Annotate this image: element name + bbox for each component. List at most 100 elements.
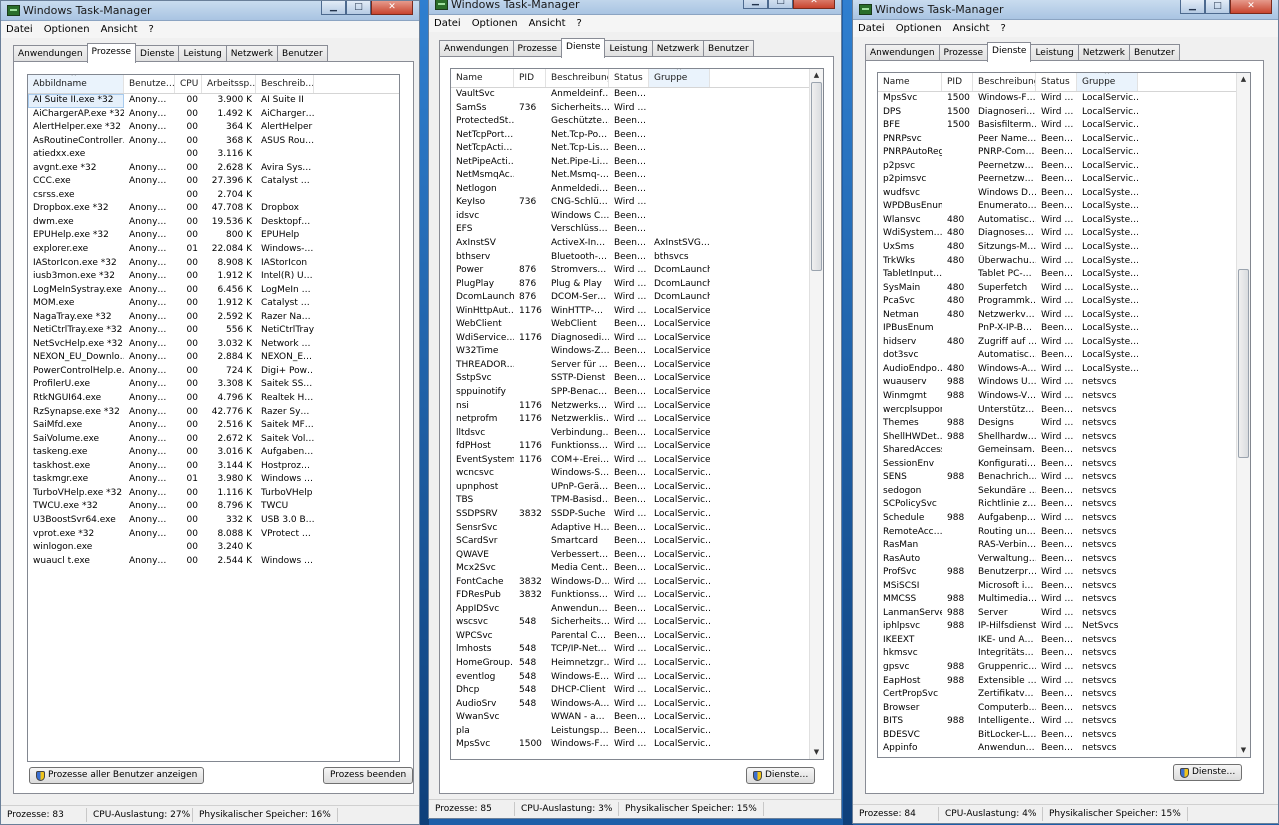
- column-name[interactable]: Name: [451, 69, 514, 87]
- column-description[interactable]: Beschreib…: [256, 75, 314, 93]
- process-row[interactable]: NetiCtrlTray.exe *32 Anony… 00 556 K NetiCtr…: [28, 324, 399, 338]
- process-row[interactable]: dwm.exe Anony… 00 19.536 K Desktopf…: [28, 216, 399, 230]
- menu-help[interactable]: ?: [1000, 22, 1007, 35]
- process-row[interactable]: taskhost.exe Anony… 00 3.144 K Hostproz…: [28, 460, 399, 474]
- process-row[interactable]: NEXON_EU_Downlo… Anony… 00 2.884 K NEXON_E…: [28, 351, 399, 365]
- service-row[interactable]: RasAuto Verwaltung… Been… netsvcs: [878, 553, 1237, 567]
- service-row[interactable]: NetTcpActi… Net.Tcp-Lis… Been…: [451, 142, 810, 156]
- service-row[interactable]: idsvc Windows C… Been…: [451, 210, 810, 224]
- service-row[interactable]: PlugPlay 876 Plug & Play Wird … DcomLaunch: [451, 278, 810, 292]
- process-row[interactable]: NagaTray.exe *32 Anony… 00 2.592 K Razer Na…: [28, 311, 399, 325]
- service-row[interactable]: p2pimsvc Peernetzw… Been… LocalServic…: [878, 173, 1237, 187]
- column-image-name[interactable]: Abbildname: [28, 75, 124, 93]
- process-row[interactable]: iusb3mon.exe *32 Anony… 00 1.912 K Intel(R) …: [28, 270, 399, 284]
- service-row[interactable]: DcomLaunch 876 DCOM-Ser… Wird … DcomLaunch: [451, 291, 810, 305]
- service-row[interactable]: UxSms 480 Sitzungs-M… Wird … LocalSyste…: [878, 241, 1237, 255]
- process-list[interactable]: Abbildname Benutze… CPU Arbeitssp… Besch…: [27, 74, 400, 762]
- service-row[interactable]: Netman 480 Netzwerkv… Wird … LocalSyste…: [878, 309, 1237, 323]
- service-row[interactable]: Themes 988 Designs Wird … netsvcs: [878, 417, 1237, 431]
- title-bar[interactable]: Windows Task-Manager ▁ □ ✕: [429, 0, 841, 15]
- maximize-button[interactable]: □: [1205, 0, 1230, 14]
- service-row[interactable]: PcaSvc 480 Programmk… Wird … LocalSyste…: [878, 295, 1237, 309]
- service-row[interactable]: TabletInput… Tablet PC-… Been… LocalSyste…: [878, 268, 1237, 282]
- service-row[interactable]: SstpSvc SSTP-Dienst Been… LocalService: [451, 372, 810, 386]
- services-list[interactable]: Name PID Beschreibung Status Gruppe Vaul…: [450, 68, 824, 760]
- service-row[interactable]: bthserv Bluetooth-… Been… bthsvcs: [451, 251, 810, 265]
- scroll-thumb[interactable]: [1238, 269, 1249, 458]
- service-row[interactable]: sppuinotify SPP-Benac… Been… LocalService: [451, 386, 810, 400]
- service-row[interactable]: MMCSS 988 Multimedia… Wird … netsvcs: [878, 593, 1237, 607]
- menu-help[interactable]: ?: [148, 23, 155, 36]
- process-row[interactable]: ProfilerU.exe Anony… 00 3.308 K Saitek SS…: [28, 378, 399, 392]
- service-row[interactable]: wscsvc 548 Sicherheits… Wird … LocalServic…: [451, 616, 810, 630]
- service-row[interactable]: RasMan RAS-Verbin… Been… netsvcs: [878, 539, 1237, 553]
- vertical-scrollbar[interactable]: ▲ ▼: [809, 69, 823, 759]
- service-row[interactable]: fdPHost 1176 Funktionss… Wird … LocalService: [451, 440, 810, 454]
- menu-view[interactable]: Ansicht: [528, 17, 567, 30]
- service-row[interactable]: SSDPSRV 3832 SSDP-Suche Wird … LocalServic…: [451, 508, 810, 522]
- service-row[interactable]: Mcx2Svc Media Cent… Been… LocalServic…: [451, 562, 810, 576]
- column-name[interactable]: Name: [878, 73, 942, 91]
- maximize-button[interactable]: □: [768, 0, 793, 9]
- column-pid[interactable]: PID: [514, 69, 546, 87]
- scroll-up-icon[interactable]: ▲: [1237, 73, 1250, 86]
- service-row[interactable]: SensrSvc Adaptive H… Been… LocalServic…: [451, 522, 810, 536]
- maximize-button[interactable]: □: [346, 1, 371, 15]
- services-button[interactable]: Dienste…: [1173, 764, 1243, 781]
- tab-processes[interactable]: Prozesse: [86, 43, 137, 63]
- service-row[interactable]: AudioSrv 548 Windows-A… Wird … LocalServic…: [451, 698, 810, 712]
- process-row[interactable]: csrss.exe 00 2.704 K: [28, 189, 399, 203]
- column-description[interactable]: Beschreibung: [973, 73, 1036, 91]
- services-button[interactable]: Dienste…: [746, 767, 816, 784]
- service-row[interactable]: FontCache 3832 Windows-D… Wird … LocalServic…: [451, 576, 810, 590]
- service-row[interactable]: Browser Computerb… Been… netsvcs: [878, 702, 1237, 716]
- column-group[interactable]: Gruppe: [1077, 73, 1138, 91]
- service-row[interactable]: WwanSvc WWAN - a… Been… LocalServic…: [451, 711, 810, 725]
- service-row[interactable]: DPS 1500 Diagnoseri… Wird … LocalServic…: [878, 106, 1237, 120]
- service-row[interactable]: EapHost 988 Extensible … Wird … netsvcs: [878, 675, 1237, 689]
- tab-services[interactable]: Dienste: [987, 42, 1032, 62]
- service-row[interactable]: Winmgmt 988 Windows-V… Wird … netsvcs: [878, 390, 1237, 404]
- process-row[interactable]: NetSvcHelp.exe *32 Anony… 00 3.032 K Network…: [28, 338, 399, 352]
- process-row[interactable]: MOM.exe Anony… 00 1.912 K Catalyst …: [28, 297, 399, 311]
- service-row[interactable]: CertPropSvc Zertifikatv… Been… netsvcs: [878, 688, 1237, 702]
- service-row[interactable]: NetTcpPort… Net.Tcp-Po… Been…: [451, 129, 810, 143]
- process-row[interactable]: AI Suite II.exe *32 Anony… 00 3.900 K AI Sui…: [28, 94, 399, 108]
- service-row[interactable]: BFE 1500 Basisfilterm… Wird … LocalServic…: [878, 119, 1237, 133]
- service-row[interactable]: TrkWks 480 Überwachu… Wird … LocalSyste…: [878, 255, 1237, 269]
- service-row[interactable]: Netlogon Anmeldedi… Been…: [451, 183, 810, 197]
- service-row[interactable]: iphlpsvc 988 IP-Hilfsdienst Wird … NetSvcs: [878, 620, 1237, 634]
- process-row[interactable]: taskeng.exe Anony… 00 3.016 K Aufgaben…: [28, 446, 399, 460]
- menu-view[interactable]: Ansicht: [100, 23, 139, 36]
- service-row[interactable]: wercplsupport Unterstütz… Been… netsvcs: [878, 404, 1237, 418]
- service-row[interactable]: PNRPAutoReg PNRP-Com… Been… LocalServic…: [878, 146, 1237, 160]
- process-row[interactable]: vprot.exe *32 Anony… 00 8.088 K VProtect …: [28, 528, 399, 542]
- service-row[interactable]: eventlog 548 Windows-E… Wird … LocalServic…: [451, 671, 810, 685]
- close-button[interactable]: ✕: [1230, 0, 1272, 14]
- service-row[interactable]: WPCSvc Parental C… Been… LocalServic…: [451, 630, 810, 644]
- process-row[interactable]: winlogon.exe 00 3.240 K: [28, 541, 399, 555]
- menu-file[interactable]: Datei: [5, 23, 34, 36]
- service-row[interactable]: RemoteAcc… Routing un… Been… netsvcs: [878, 526, 1237, 540]
- service-row[interactable]: upnphost UPnP-Gerä… Been… LocalServic…: [451, 481, 810, 495]
- close-button[interactable]: ✕: [793, 0, 835, 9]
- service-row[interactable]: AudioEndpo… 480 Windows-A… Wird … LocalSyste…: [878, 363, 1237, 377]
- process-row[interactable]: AiChargerAP.exe *32 Anony… 00 1.492 K AiChar…: [28, 108, 399, 122]
- service-row[interactable]: nsi 1176 Netzwerks… Wird … LocalService: [451, 400, 810, 414]
- column-status[interactable]: Status: [1036, 73, 1077, 91]
- service-row[interactable]: SCardSvr Smartcard Been… LocalServic…: [451, 535, 810, 549]
- service-row[interactable]: NetMsmqAc… Net.Msmq-… Been…: [451, 169, 810, 183]
- scroll-thumb[interactable]: [811, 82, 822, 271]
- scroll-up-icon[interactable]: ▲: [810, 69, 823, 82]
- service-row[interactable]: SCPolicySvc Richtlinie z… Been… netsvcs: [878, 498, 1237, 512]
- service-row[interactable]: ProtectedSt… Geschützte… Been…: [451, 115, 810, 129]
- services-list[interactable]: Name PID Beschreibung Status Gruppe MpsS…: [877, 72, 1251, 758]
- tab-services[interactable]: Dienste: [561, 38, 606, 58]
- process-row[interactable]: TWCU.exe *32 Anony… 00 8.796 K TWCU: [28, 500, 399, 514]
- column-status[interactable]: Status: [609, 69, 649, 87]
- column-memory[interactable]: Arbeitssp…: [202, 75, 256, 93]
- menu-options[interactable]: Optionen: [43, 23, 91, 36]
- service-row[interactable]: p2psvc Peernetzw… Been… LocalServic…: [878, 160, 1237, 174]
- service-row[interactable]: IKEEXT IKE- und A… Been… netsvcs: [878, 634, 1237, 648]
- menu-help[interactable]: ?: [576, 17, 583, 30]
